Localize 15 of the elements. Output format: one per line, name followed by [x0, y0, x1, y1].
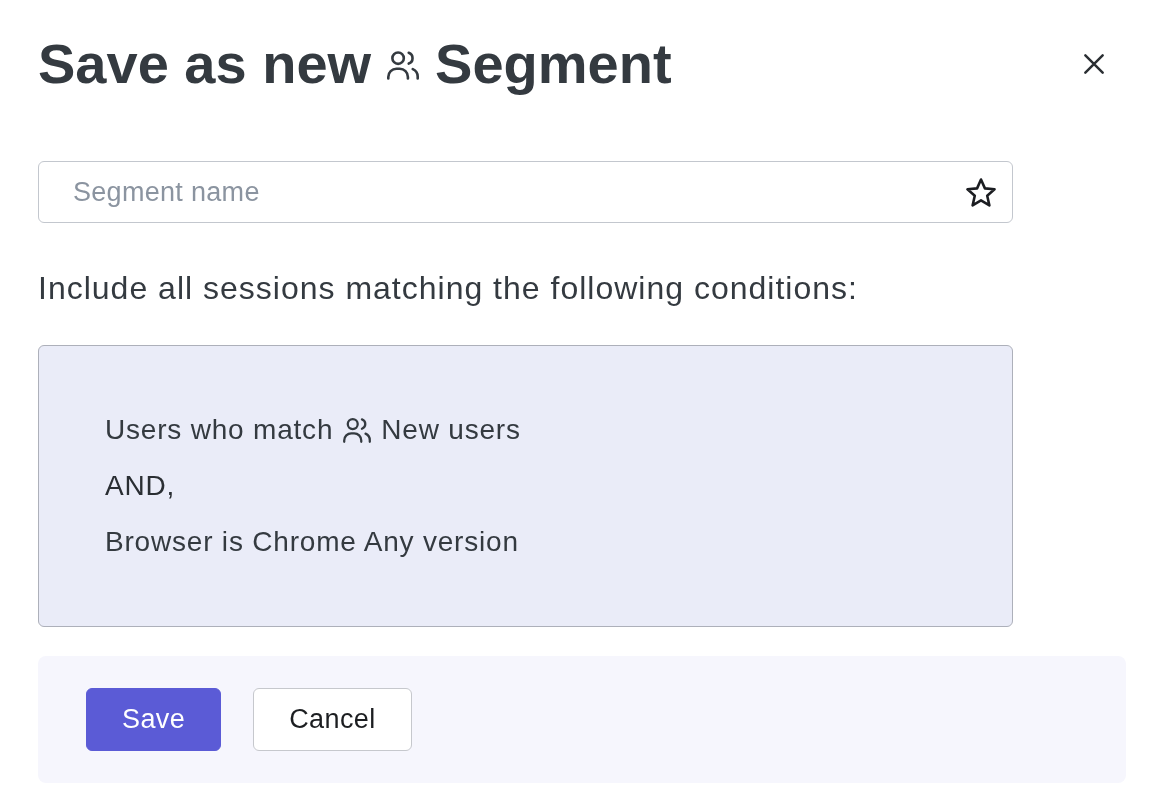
segment-name-field[interactable]: Segment name	[38, 161, 1013, 223]
people-icon	[387, 51, 420, 80]
close-icon	[1084, 53, 1104, 74]
close-button[interactable]	[1084, 53, 1104, 74]
segment-name-text: New users	[381, 414, 521, 446]
save-button[interactable]: Save	[86, 688, 222, 751]
star-icon[interactable]	[966, 178, 996, 207]
condition-text: Users who match	[105, 414, 334, 446]
conditions-label: Include all sessions matching the following conditions:	[38, 270, 859, 306]
title-text: Save as new	[38, 31, 372, 97]
cancel-button[interactable]: Cancel	[253, 688, 412, 751]
title-text: Segment	[435, 31, 672, 97]
operator-text: AND,	[105, 470, 176, 502]
condition-text: Browser is Chrome Any version	[105, 526, 519, 558]
people-icon	[343, 417, 372, 443]
